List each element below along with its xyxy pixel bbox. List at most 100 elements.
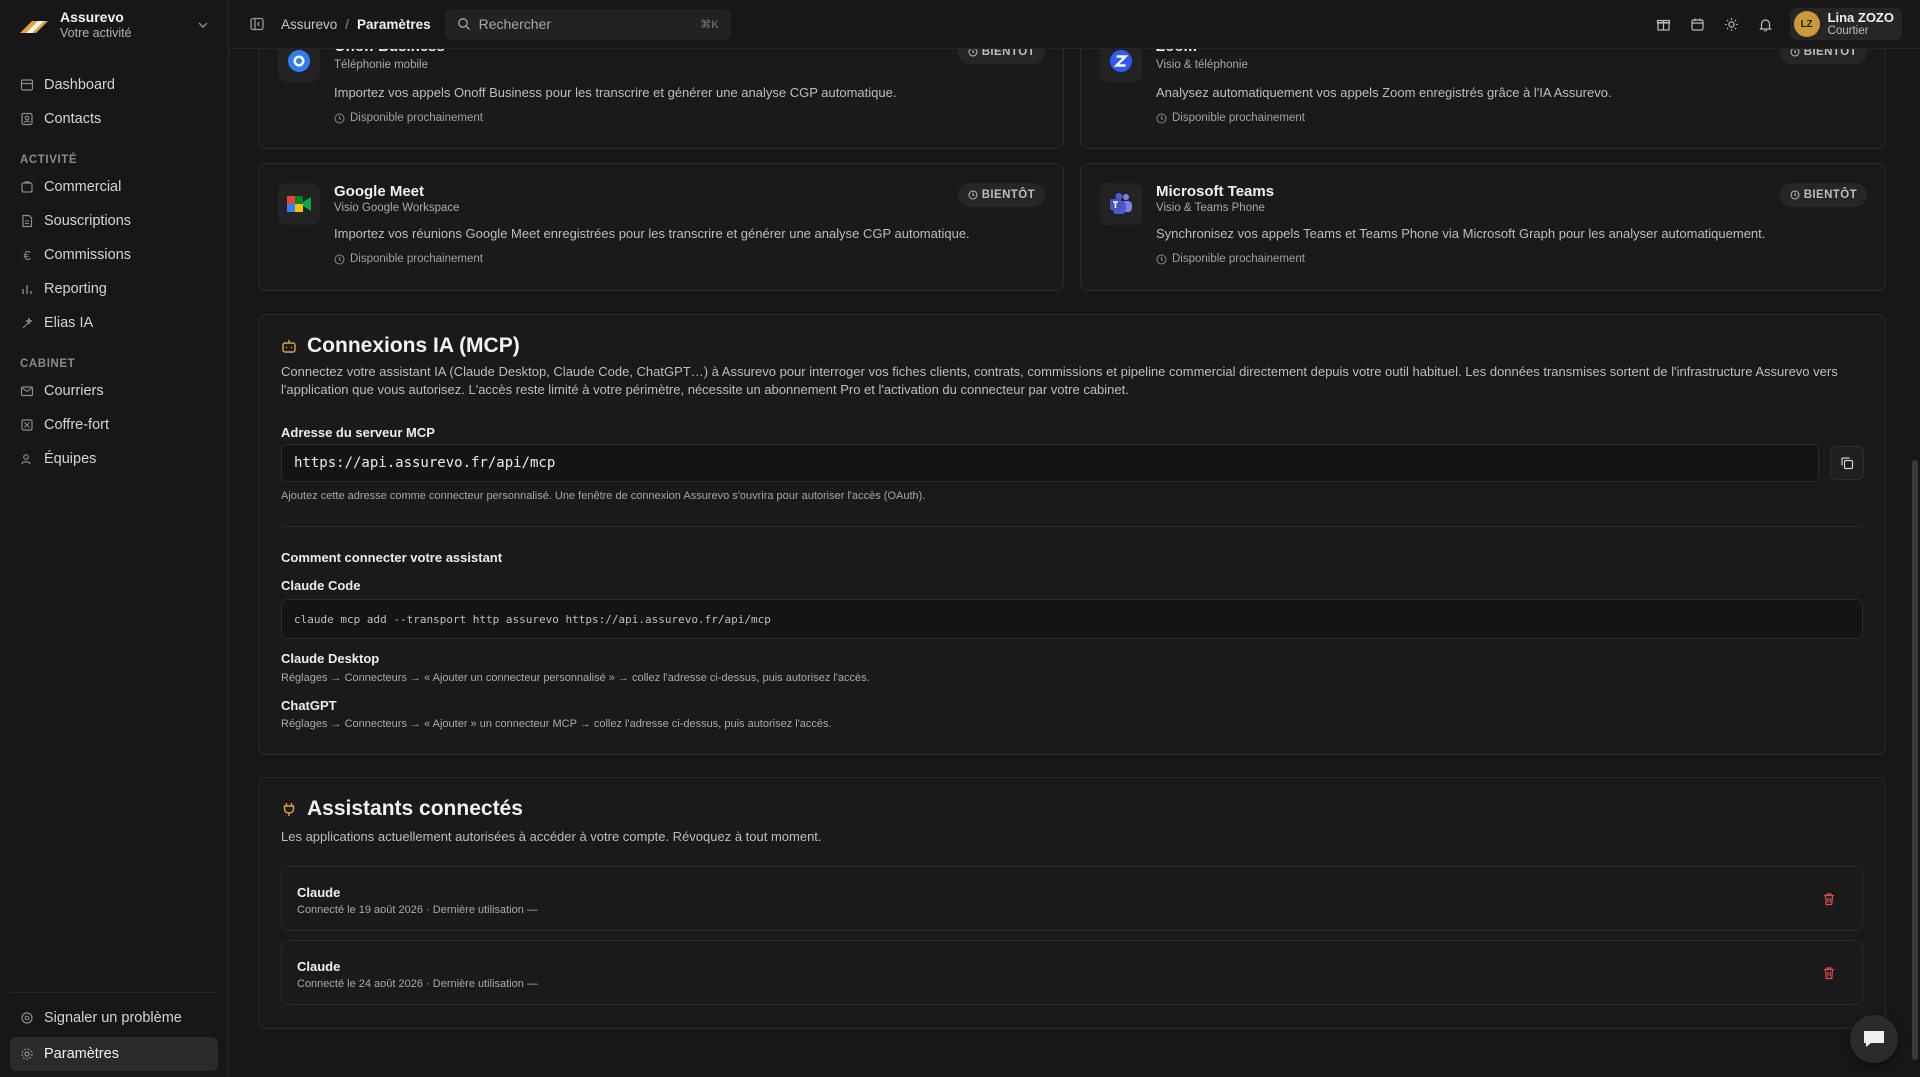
copy-url-button[interactable] — [1830, 446, 1864, 480]
clock-icon — [334, 113, 345, 123]
section-title: Assistants connectés — [281, 797, 523, 821]
user-role: Courtier — [1827, 24, 1869, 37]
bug-icon — [20, 1011, 34, 1025]
integration-availability: Disponible prochainement — [1156, 112, 1305, 124]
google-meet-logo-icon — [278, 183, 320, 225]
nav-label: Courriers — [44, 383, 104, 399]
sidebar: Assurevo Votre activité Dashboard Contac… — [0, 0, 229, 1077]
topbar: Assurevo / Paramètres Rechercher ⌘K LZ L… — [229, 0, 1920, 49]
sidebar-toggle-icon[interactable] — [249, 16, 265, 32]
chat-icon — [1864, 1031, 1884, 1047]
integration-subtitle: Visio Google Workspace — [334, 202, 460, 214]
integration-description: Synchronisez vos appels Teams et Teams P… — [1156, 226, 1766, 241]
claude-code-label: Claude Code — [281, 578, 361, 593]
euro-icon: € — [23, 247, 31, 263]
workspace-switcher[interactable]: Assurevo Votre activité — [0, 0, 228, 50]
breadcrumb-root[interactable]: Assurevo — [281, 17, 337, 32]
assistant-meta: Connecté le 19 août 2026 · Dernière util… — [297, 904, 538, 916]
nav-item-elias-ia[interactable]: Elias IA — [10, 306, 218, 340]
integration-title: Microsoft Teams — [1156, 183, 1275, 200]
claude-desktop-label: Claude Desktop — [281, 651, 380, 666]
nav-item-reporting[interactable]: Reporting — [10, 272, 218, 306]
integration-availability: Disponible prochainement — [1156, 253, 1305, 265]
badge-label: BIENTÔT — [1803, 189, 1857, 201]
nav-item-commercial[interactable]: Commercial — [10, 170, 218, 204]
integration-title: Google Meet — [334, 183, 425, 200]
status-badge: BIENTÔT — [957, 183, 1045, 207]
avatar: LZ — [1793, 11, 1820, 37]
nav-label: Paramètres — [44, 1046, 119, 1062]
integration-description: Analysez automatiquement vos appels Zoom… — [1156, 85, 1612, 100]
trash-icon[interactable] — [1822, 966, 1836, 980]
app-name: Assurevo — [60, 9, 124, 25]
main-nav: Dashboard Contacts ACTIVITÉ Commercial S… — [0, 68, 228, 476]
clock-icon — [1790, 190, 1800, 200]
clock-icon — [334, 254, 345, 264]
claude-code-command[interactable]: claude mcp add --transport http assurevo… — [281, 599, 1863, 639]
section-description: Les applications actuellement autorisées… — [281, 829, 822, 844]
nav-label: Souscriptions — [44, 213, 132, 229]
gift-icon[interactable] — [1656, 16, 1672, 32]
search-input[interactable]: Rechercher ⌘K — [444, 8, 731, 40]
claude-desktop-instructions: Réglages → Connecteurs → « Ajouter un co… — [281, 672, 870, 684]
breadcrumb-current: Paramètres — [357, 16, 431, 32]
dashboard-icon — [20, 78, 34, 92]
section-title: Connexions IA (MCP) — [281, 334, 520, 358]
clock-icon — [1156, 113, 1167, 123]
chat-button[interactable] — [1850, 1015, 1898, 1063]
chatgpt-instructions: Réglages → Connecteurs → « Ajouter » un … — [281, 718, 832, 730]
nav-item-courriers[interactable]: Courriers — [10, 374, 218, 408]
nav-item-parametres[interactable]: Paramètres — [10, 1037, 218, 1071]
document-icon — [20, 214, 34, 228]
user-menu[interactable]: LZ Lina ZOZO Courtier — [1789, 8, 1902, 40]
nav-item-coffre-fort[interactable]: Coffre-fort — [10, 408, 218, 442]
nav-item-dashboard[interactable]: Dashboard — [10, 68, 218, 102]
assistant-name: Claude — [297, 885, 341, 900]
nav-label: Signaler un problème — [44, 1010, 182, 1026]
clock-icon — [1156, 254, 1167, 264]
availability-label: Disponible prochainement — [350, 253, 483, 265]
users-icon — [20, 452, 34, 466]
mcp-server-url-field[interactable]: https://api.assurevo.fr/api/mcp — [281, 444, 1819, 482]
mail-icon — [20, 384, 34, 398]
chatgpt-label: ChatGPT — [281, 698, 337, 713]
plug-icon — [281, 801, 297, 817]
top-actions: LZ Lina ZOZO Courtier — [1638, 8, 1902, 40]
nav-section-activity: ACTIVITÉ — [20, 154, 78, 166]
nav-label: Équipes — [44, 451, 97, 467]
integration-card-microsoft-teams: Microsoft Teams Visio & Teams Phone Sync… — [1080, 163, 1886, 291]
user-name: Lina ZOZO — [1827, 9, 1894, 25]
nav-item-equipes[interactable]: Équipes — [10, 442, 218, 476]
bell-icon[interactable] — [1758, 16, 1774, 32]
nav-section-cabinet: CABINET — [20, 358, 76, 370]
nav-item-contacts[interactable]: Contacts — [10, 102, 218, 136]
connected-assistants-section: Assistants connectés Les applications ac… — [258, 777, 1886, 1029]
divider — [281, 526, 1863, 527]
assurevo-logo-icon — [18, 9, 50, 41]
integration-subtitle: Visio & téléphonie — [1156, 59, 1248, 71]
clock-icon — [968, 190, 978, 200]
availability-label: Disponible prochainement — [1172, 253, 1305, 265]
sidebar-footer: Signaler un problème Paramètres — [10, 992, 218, 1071]
search-placeholder: Rechercher — [478, 16, 551, 32]
nav-item-souscriptions[interactable]: Souscriptions — [10, 204, 218, 238]
integration-subtitle: Téléphonie mobile — [334, 59, 428, 71]
integration-availability: Disponible prochainement — [334, 112, 483, 124]
nav-label: Coffre-fort — [44, 417, 110, 433]
section-description: Connectez votre assistant IA (Claude Des… — [281, 364, 1838, 397]
scrollbar[interactable] — [1912, 460, 1918, 1060]
trash-icon[interactable] — [1822, 892, 1836, 906]
bot-icon — [281, 338, 297, 354]
calendar-icon[interactable] — [1690, 16, 1706, 32]
vault-icon — [20, 418, 34, 432]
availability-label: Disponible prochainement — [350, 112, 483, 124]
microsoft-teams-logo-icon — [1100, 183, 1142, 225]
nav-label: Commercial — [44, 179, 122, 195]
breadcrumb-separator: / — [345, 16, 350, 32]
sun-icon[interactable] — [1724, 16, 1740, 32]
mcp-section: Connexions IA (MCP) Connectez votre assi… — [258, 314, 1886, 755]
nav-item-report-issue[interactable]: Signaler un problème — [10, 1001, 218, 1035]
gear-icon — [20, 1047, 34, 1061]
sparkles-icon — [20, 316, 34, 330]
nav-item-commissions[interactable]: € Commissions — [10, 238, 218, 272]
